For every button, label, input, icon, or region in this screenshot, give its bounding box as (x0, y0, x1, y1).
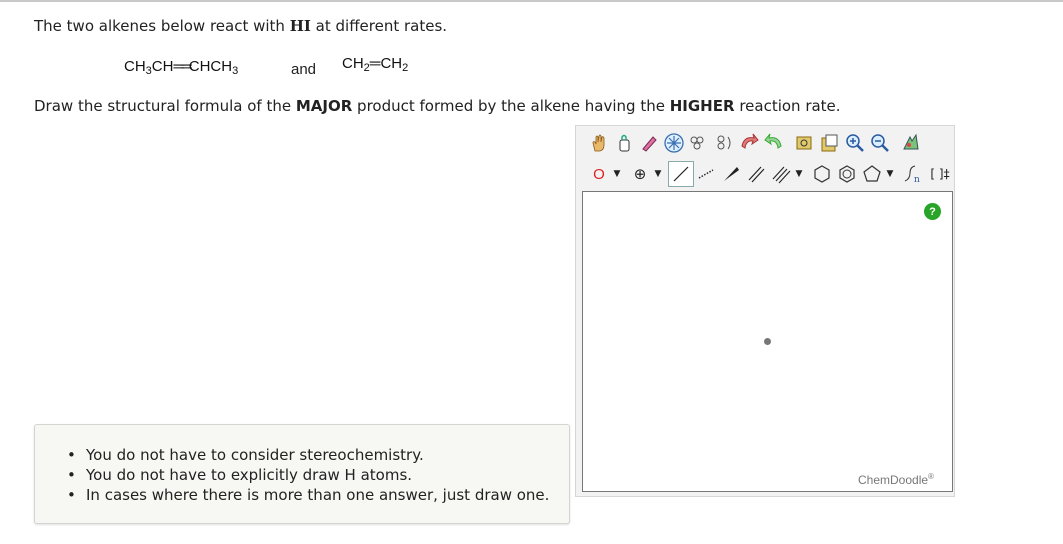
settings-icon[interactable] (899, 131, 923, 155)
hand-icon[interactable] (587, 131, 611, 155)
clean-icon[interactable] (793, 131, 817, 155)
bracket-button[interactable]: [ ]‡ (926, 162, 954, 186)
list-item: You do not have to explicitly draw H ato… (67, 465, 549, 485)
lasso-icon[interactable] (612, 131, 636, 155)
cyclohexane-icon[interactable] (810, 162, 834, 186)
top-divider (0, 0, 1063, 2)
chevron-down-icon[interactable]: ▼ (653, 169, 663, 179)
eraser-icon[interactable] (637, 131, 661, 155)
canvas-anchor-dot (764, 338, 771, 345)
charge-button[interactable]: ⊕ (628, 162, 652, 186)
benzene-icon[interactable] (835, 162, 859, 186)
instructions-list: You do not have to consider stereochemis… (67, 445, 549, 505)
chemdoodle-brand: ChemDoodle® (858, 472, 934, 487)
question-prompt: Draw the structural formula of the MAJOR… (34, 97, 841, 115)
center-icon[interactable] (662, 131, 686, 155)
toolbar-row-1 (587, 130, 924, 156)
svg-text:n: n (914, 175, 920, 185)
toolbar-row-2: O ▼ ⊕ ▼ ▼ ▼ n [ ]‡ (587, 161, 955, 187)
charge-icon: ⊕ (633, 164, 647, 183)
intro-text-end: at different rates. (310, 17, 448, 35)
list-item: You do not have to consider stereochemis… (67, 445, 549, 465)
single-bond-icon[interactable] (668, 161, 694, 187)
wedge-bond-icon[interactable] (719, 162, 743, 186)
connector-and: and (291, 61, 317, 78)
intro-text: The two alkenes below react with (34, 17, 290, 35)
zoom-in-icon[interactable] (843, 131, 867, 155)
bracket-icon: [ ]‡ (930, 167, 950, 181)
help-icon: ? (929, 205, 936, 218)
element-button[interactable]: O (587, 162, 611, 186)
chevron-down-icon[interactable]: ▼ (885, 169, 895, 179)
undo-icon[interactable] (737, 131, 761, 155)
redo-icon[interactable] (762, 131, 786, 155)
list-item: In cases where there is more than one an… (67, 485, 549, 505)
element-label: O (593, 165, 605, 183)
chevron-down-icon[interactable]: ▼ (612, 169, 622, 179)
higher-emphasis: HIGHER (669, 97, 735, 115)
polymer-icon[interactable]: n (901, 162, 925, 186)
flip-icon[interactable] (687, 131, 711, 155)
major-emphasis: MAJOR (295, 97, 353, 115)
alkene-2: CH2═CH2 (342, 55, 409, 74)
double-bond-icon[interactable] (744, 162, 768, 186)
copy-icon[interactable] (818, 131, 842, 155)
zoom-out-icon[interactable] (868, 131, 892, 155)
instructions-box: You do not have to consider stereochemis… (34, 424, 570, 524)
chevron-down-icon[interactable]: ▼ (794, 169, 804, 179)
question-intro: The two alkenes below react with HI at d… (34, 17, 447, 35)
rotate-icon[interactable] (712, 131, 736, 155)
triple-bond-icon[interactable] (769, 162, 793, 186)
pentagon-icon[interactable] (860, 162, 884, 186)
help-button[interactable]: ? (924, 203, 941, 220)
dashed-bond-icon[interactable] (694, 162, 718, 186)
reagent-label: HI (289, 17, 311, 35)
alkene-1: CH3CH══CHCH3 (124, 58, 239, 77)
